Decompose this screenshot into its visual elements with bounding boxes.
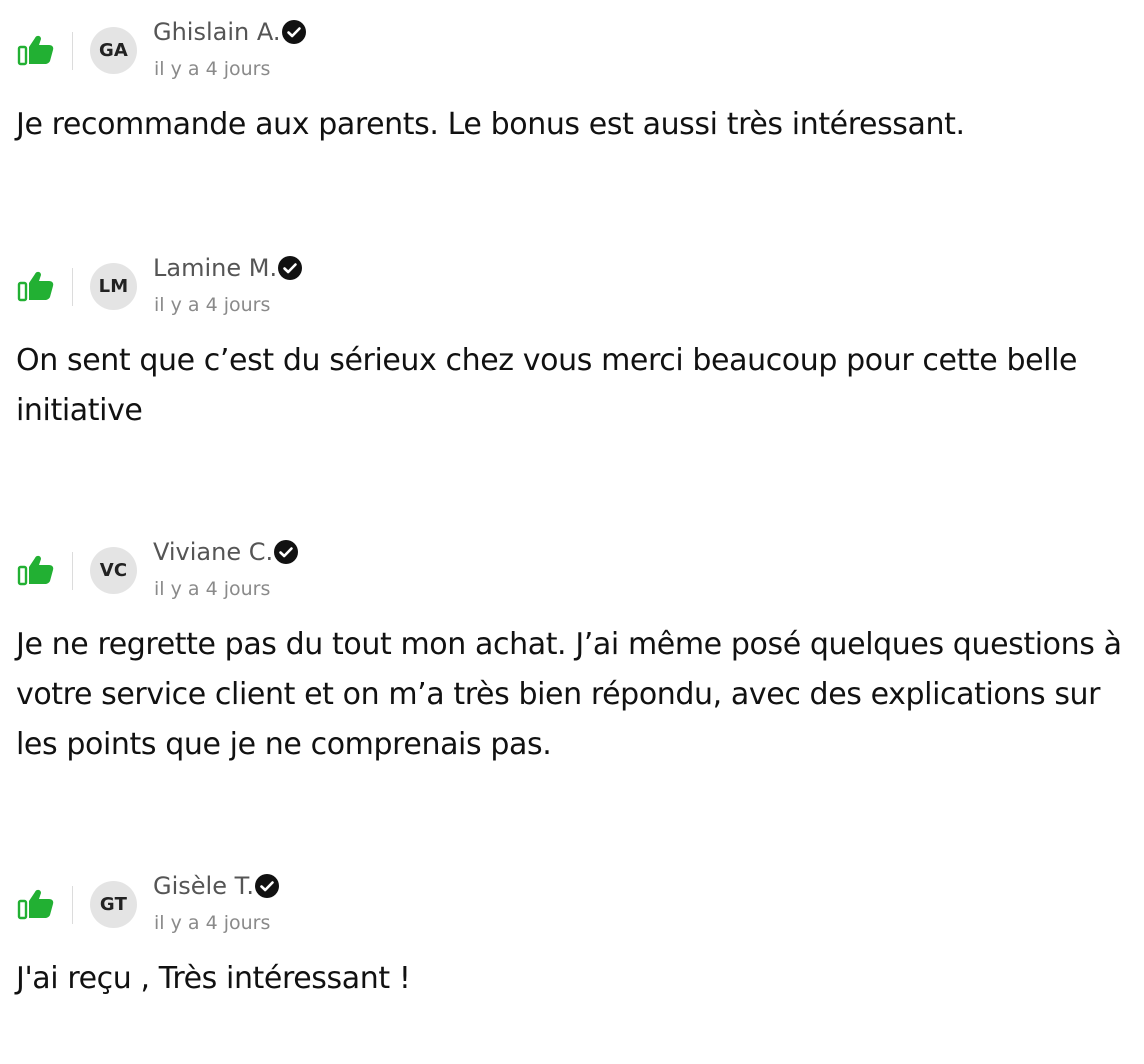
review-text: Je ne regrette pas du tout mon achat. J’… — [16, 627, 1122, 762]
review-header: GT Gisèle T. il y a 4 jours — [0, 856, 1144, 936]
author-line: Viviane C. — [153, 536, 299, 568]
author-line: Ghislain A. — [153, 16, 307, 48]
review-item: LM Lamine M. il y a 4 jours On sent que … — [0, 238, 1144, 428]
review-item: GA Ghislain A. il y a 4 jours Je recomma… — [0, 2, 1144, 142]
author-name[interactable]: Lamine M. — [153, 252, 277, 284]
review-header: GA Ghislain A. il y a 4 jours — [0, 2, 1144, 82]
divider — [72, 32, 73, 70]
review-item: GT Gisèle T. il y a 4 jours J'ai reçu , … — [0, 856, 1144, 996]
thumbs-up-icon[interactable] — [17, 268, 55, 304]
review-item: VC Viviane C. il y a 4 jours Je ne regre… — [0, 522, 1144, 762]
review-header: LM Lamine M. il y a 4 jours — [0, 238, 1144, 318]
avatar: LM — [90, 263, 137, 310]
author-name[interactable]: Gisèle T. — [153, 870, 254, 902]
verified-badge-icon — [277, 255, 303, 281]
verified-badge-icon — [254, 873, 280, 899]
review-text: On sent que c’est du sérieux chez vous m… — [16, 343, 1078, 428]
verified-badge-icon — [281, 19, 307, 45]
avatar: GT — [90, 881, 137, 928]
avatar: VC — [90, 547, 137, 594]
divider — [72, 886, 73, 924]
author-name[interactable]: Ghislain A. — [153, 16, 281, 48]
divider — [72, 268, 73, 306]
review-time: il y a 4 jours — [154, 58, 271, 80]
review-time: il y a 4 jours — [154, 912, 271, 934]
thumbs-up-icon[interactable] — [17, 32, 55, 68]
thumbs-up-icon[interactable] — [17, 886, 55, 922]
review-header: VC Viviane C. il y a 4 jours — [0, 522, 1144, 602]
review-text: Je recommande aux parents. Le bonus est … — [16, 107, 965, 142]
verified-badge-icon — [273, 539, 299, 565]
author-name[interactable]: Viviane C. — [153, 536, 273, 568]
author-line: Lamine M. — [153, 252, 303, 284]
author-line: Gisèle T. — [153, 870, 280, 902]
review-time: il y a 4 jours — [154, 578, 271, 600]
divider — [72, 552, 73, 590]
thumbs-up-icon[interactable] — [17, 552, 55, 588]
review-time: il y a 4 jours — [154, 294, 271, 316]
review-text: J'ai reçu , Très intéressant ! — [16, 961, 411, 996]
avatar: GA — [90, 27, 137, 74]
